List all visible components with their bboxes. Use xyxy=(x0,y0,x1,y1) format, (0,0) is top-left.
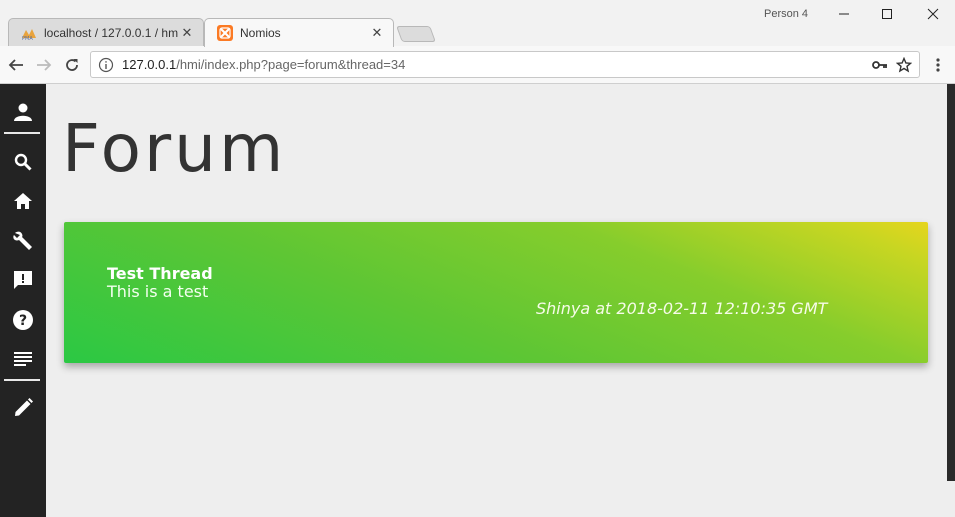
tab-phpmyadmin[interactable]: PMA localhost / 127.0.0.1 / hm ✕ xyxy=(8,18,204,47)
sidebar-item-list[interactable] xyxy=(0,341,46,377)
tab-close-icon[interactable]: ✕ xyxy=(369,25,385,41)
info-icon[interactable] xyxy=(98,57,114,73)
sidebar-item-search[interactable] xyxy=(0,144,46,180)
home-icon xyxy=(14,193,32,209)
search-icon xyxy=(14,153,32,171)
list-icon xyxy=(14,352,32,366)
url-host: 127.0.0.1 xyxy=(122,57,177,72)
phpmyadmin-icon: PMA xyxy=(21,25,37,41)
new-tab-button[interactable] xyxy=(396,26,436,42)
sidebar-divider xyxy=(4,132,40,134)
url-text[interactable]: 127.0.0.1/hmi/index.php?page=forum&threa… xyxy=(122,57,871,72)
thread-description: This is a test xyxy=(107,282,209,301)
tab-nomios[interactable]: Nomios ✕ xyxy=(204,18,394,47)
thread-title[interactable]: Test Thread xyxy=(107,264,213,283)
star-icon[interactable] xyxy=(895,56,913,74)
xampp-icon xyxy=(217,25,233,41)
page-body: ? Forum Test Thread This is a test Shiny… xyxy=(0,84,955,517)
maximize-icon[interactable] xyxy=(872,4,902,24)
sidebar-item-edit[interactable] xyxy=(0,390,46,426)
thread-meta: Shinya at 2018-02-11 12:10:35 GMT xyxy=(536,299,828,318)
address-bar[interactable]: 127.0.0.1/hmi/index.php?page=forum&threa… xyxy=(90,51,920,78)
tab-label: Nomios xyxy=(240,26,281,40)
minimize-icon[interactable] xyxy=(829,4,859,24)
url-path: /hmi/index.php?page=forum&thread=34 xyxy=(176,57,406,72)
svg-text:PMA: PMA xyxy=(22,36,33,40)
sidebar-item-feedback[interactable] xyxy=(0,262,46,298)
reload-icon[interactable] xyxy=(62,55,82,75)
sidebar-divider xyxy=(4,379,40,381)
user-icon xyxy=(14,103,32,121)
tab-close-icon[interactable]: ✕ xyxy=(179,25,195,41)
browser-toolbar: 127.0.0.1/hmi/index.php?page=forum&threa… xyxy=(0,46,955,84)
forward-arrow-icon[interactable] xyxy=(34,55,54,75)
feedback-icon xyxy=(14,271,32,289)
sidebar-item-home[interactable] xyxy=(0,183,46,219)
profile-name[interactable]: Person 4 xyxy=(764,8,808,20)
menu-dots-icon[interactable] xyxy=(929,56,947,74)
page-title: Forum xyxy=(62,110,287,187)
thread-card[interactable]: Test Thread This is a test Shinya at 201… xyxy=(64,222,928,363)
sidebar-item-help[interactable]: ? xyxy=(0,302,46,338)
sidebar: ? xyxy=(0,84,46,517)
scrollbar[interactable] xyxy=(947,84,955,481)
sidebar-item-settings[interactable] xyxy=(0,223,46,259)
key-icon[interactable] xyxy=(871,56,889,74)
svg-text:?: ? xyxy=(19,313,27,329)
tab-label: localhost / 127.0.0.1 / hm xyxy=(44,26,179,40)
pencil-icon xyxy=(15,398,33,416)
window-close-icon[interactable] xyxy=(918,4,948,24)
back-arrow-icon[interactable] xyxy=(6,55,26,75)
moon-icon[interactable] xyxy=(910,104,932,126)
sidebar-item-user[interactable] xyxy=(0,94,46,130)
help-icon: ? xyxy=(13,310,33,330)
wrench-icon xyxy=(13,231,32,250)
browser-titlebar: PMA localhost / 127.0.0.1 / hm ✕ Nomios … xyxy=(0,0,955,47)
